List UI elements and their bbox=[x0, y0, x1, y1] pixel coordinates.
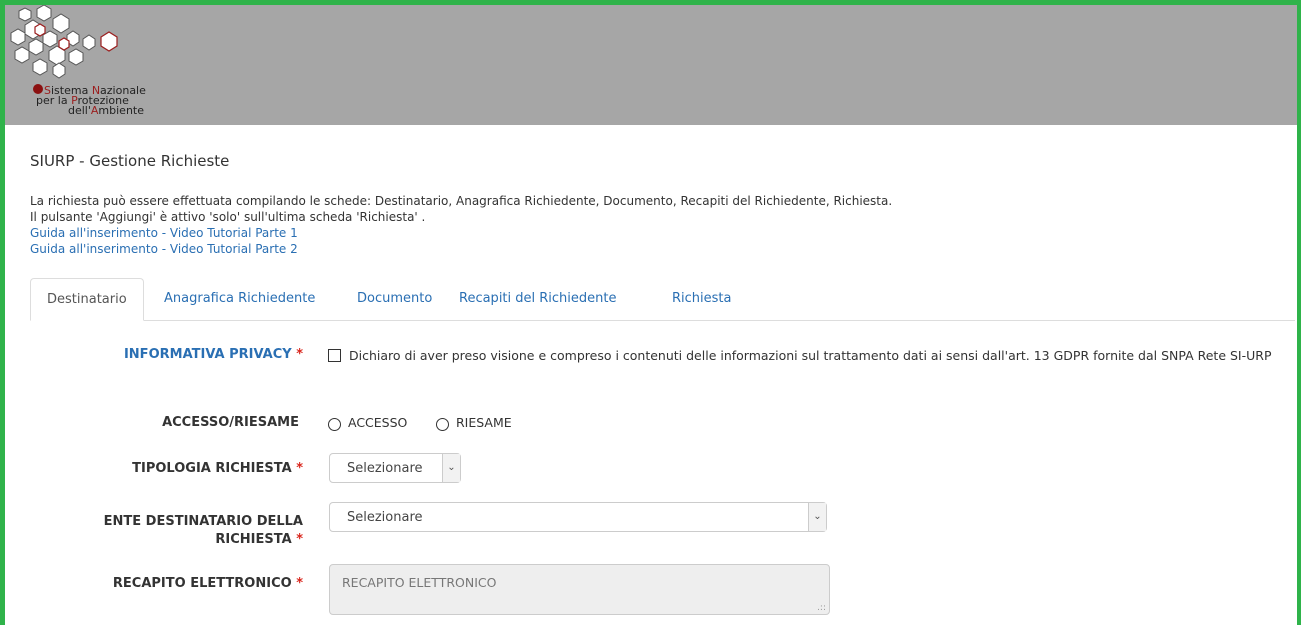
tipologia-label: TIPOLOGIA RICHIESTA * bbox=[132, 461, 303, 476]
privacy-label: INFORMATIVA PRIVACY * bbox=[123, 347, 303, 362]
recapito-label: RECAPITO ELETTRONICO * bbox=[112, 576, 303, 591]
ente-label: ENTE DESTINATARIO DELLA RICHIESTA * bbox=[103, 514, 303, 547]
radio-riesame[interactable] bbox=[436, 418, 449, 431]
logo-text: Sistema Nazionale per la Protezione dell… bbox=[36, 84, 146, 117]
window-frame-right bbox=[1297, 0, 1301, 625]
chevron-down-icon: ⌄ bbox=[442, 454, 460, 482]
tab-anagrafica-richiedente[interactable]: Anagrafica Richiedente bbox=[148, 278, 331, 319]
ente-select-value: Selezionare bbox=[347, 510, 423, 525]
tab-richiesta[interactable]: Richiesta bbox=[656, 278, 747, 319]
privacy-text: Dichiaro di aver preso visione e compres… bbox=[349, 348, 1272, 363]
tipologia-select[interactable]: Selezionare ⌄ bbox=[329, 453, 461, 483]
resize-handle-icon[interactable]: .:: bbox=[817, 603, 826, 613]
tipologia-select-value: Selezionare bbox=[347, 461, 423, 476]
tutorial-link-2[interactable]: Guida all'inserimento - Video Tutorial P… bbox=[30, 241, 892, 257]
recapito-textarea[interactable]: RECAPITO ELETTRONICO .:: bbox=[329, 564, 830, 615]
header-banner: Sistema Nazionale per la Protezione dell… bbox=[5, 5, 1297, 125]
radio-accesso-label: ACCESSO bbox=[348, 415, 408, 430]
privacy-checkbox[interactable] bbox=[328, 349, 341, 362]
intro-line-2: Il pulsante 'Aggiungi' è attivo 'solo' s… bbox=[30, 210, 426, 224]
intro-text: La richiesta può essere effettuata compi… bbox=[30, 193, 892, 257]
page-title: SIURP - Gestione Richieste bbox=[30, 152, 230, 170]
radio-accesso[interactable] bbox=[328, 418, 341, 431]
accesso-riesame-label: ACCESSO/RIESAME bbox=[162, 415, 299, 430]
intro-line-1: La richiesta può essere effettuata compi… bbox=[30, 194, 893, 208]
tab-bar: Destinatario Anagrafica Richiedente Docu… bbox=[30, 278, 1295, 321]
chevron-down-icon: ⌄ bbox=[808, 503, 826, 531]
tab-recapiti-richiedente[interactable]: Recapiti del Richiedente bbox=[443, 278, 633, 319]
recapito-placeholder: RECAPITO ELETTRONICO bbox=[342, 575, 497, 590]
radio-riesame-label: RIESAME bbox=[456, 415, 512, 430]
ente-select[interactable]: Selezionare ⌄ bbox=[329, 502, 827, 532]
tab-documento[interactable]: Documento bbox=[341, 278, 448, 319]
tutorial-link-1[interactable]: Guida all'inserimento - Video Tutorial P… bbox=[30, 225, 892, 241]
tab-destinatario[interactable]: Destinatario bbox=[30, 278, 144, 321]
